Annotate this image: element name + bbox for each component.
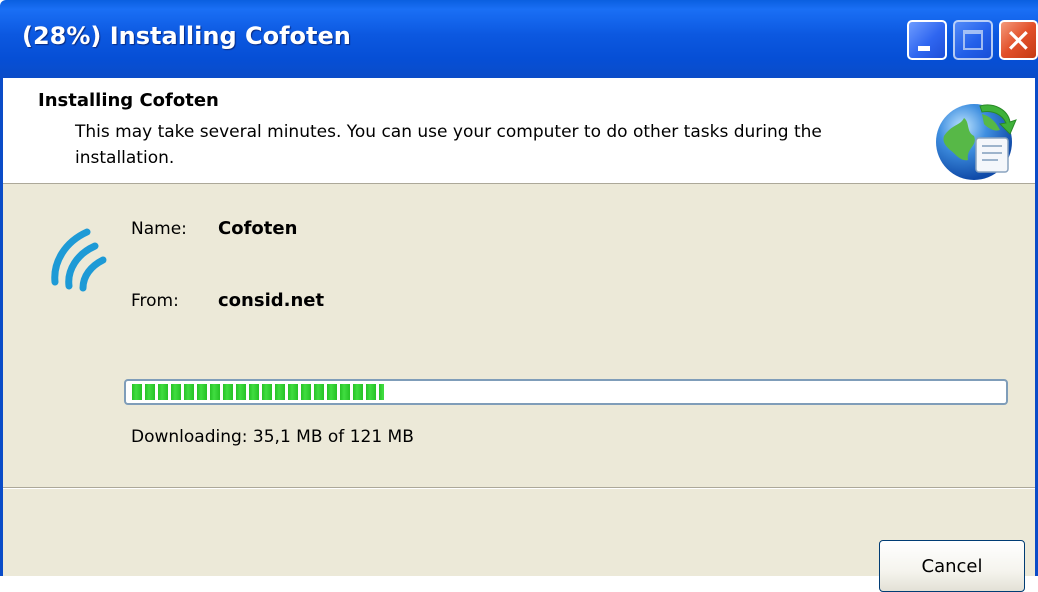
- cancel-button[interactable]: Cancel: [879, 540, 1025, 592]
- from-label: From:: [131, 291, 179, 311]
- globe-install-icon: [936, 104, 1017, 180]
- install-body: Name: Cofoten From: consid.net Downloadi…: [0, 184, 1038, 592]
- close-button[interactable]: ✕: [999, 20, 1038, 60]
- window-frame-left: [0, 78, 3, 576]
- name-label: Name:: [131, 219, 187, 239]
- header-title: Installing Cofoten: [38, 90, 219, 111]
- app-source-value: consid.net: [218, 290, 325, 311]
- signal-waves-icon: [51, 228, 107, 292]
- installer-window: (28%) Installing Cofoten ✕ Installing Co…: [0, 0, 1038, 592]
- close-icon: ✕: [1005, 22, 1032, 60]
- header-description: This may take several minutes. You can u…: [75, 122, 822, 168]
- maximize-icon: [963, 30, 983, 50]
- header-panel: Installing Cofoten This may take several…: [0, 78, 1038, 184]
- progress-fill: [132, 384, 384, 400]
- maximize-button: [953, 20, 993, 60]
- download-status: Downloading: 35,1 MB of 121 MB: [131, 427, 414, 447]
- title-bar[interactable]: (28%) Installing Cofoten ✕: [0, 0, 1038, 78]
- minimize-icon: [918, 46, 930, 51]
- window-title: (28%) Installing Cofoten: [22, 22, 351, 50]
- minimize-button[interactable]: [907, 20, 947, 60]
- app-name-value: Cofoten: [218, 218, 298, 239]
- footer-divider: [0, 487, 1038, 489]
- download-progress-bar: [124, 379, 1008, 405]
